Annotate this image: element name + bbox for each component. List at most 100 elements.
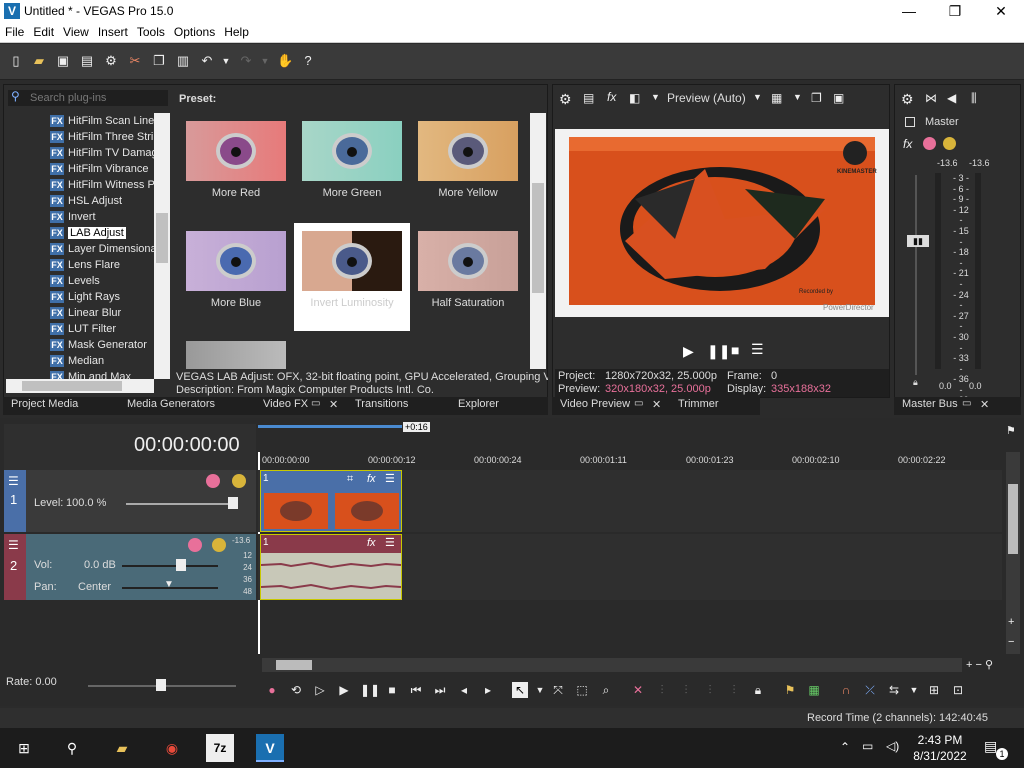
lock-icon[interactable]: 🔒︎ <box>750 682 766 698</box>
zoom-out-icon[interactable]: − <box>1008 636 1014 648</box>
plugin-item[interactable]: FX HSL Adjust <box>50 195 122 211</box>
external-monitor-icon[interactable]: ▤ <box>583 91 594 105</box>
split-icon[interactable]: ⫶ <box>678 682 694 698</box>
menu-view[interactable]: View <box>58 23 93 39</box>
tab-close-icon[interactable]: ✕ <box>980 398 989 411</box>
menu-options[interactable]: Options <box>169 23 219 39</box>
fx-icon[interactable]: fx <box>903 137 912 151</box>
tab-close-icon[interactable]: ✕ <box>652 398 661 411</box>
automation-icon[interactable] <box>188 538 202 552</box>
scroll-thumb[interactable] <box>532 183 544 293</box>
menu-file[interactable]: File <box>0 23 28 39</box>
cursor-icon[interactable]: ⊡ <box>950 682 966 698</box>
automation-icon[interactable] <box>923 137 936 150</box>
envelope-tool-icon[interactable]: ⤧ <box>550 682 566 698</box>
plugin-item-selected[interactable]: FX LAB Adjust <box>50 227 126 243</box>
system-clock[interactable]: 2:43 PM 8/31/2022 <box>908 732 972 764</box>
crop-icon[interactable]: ⌗ <box>347 473 353 486</box>
search-icon[interactable]: ⚲ <box>58 734 86 762</box>
new-file-icon[interactable]: ▯ <box>8 53 24 69</box>
windows-start-icon[interactable]: ⊞ <box>10 734 38 762</box>
save-icon[interactable]: ▣ <box>55 53 71 69</box>
clip-menu-icon[interactable]: ☰ <box>385 472 395 485</box>
fx-icon[interactable]: fx <box>367 473 376 485</box>
plugin-tree-vscrollbar[interactable] <box>154 113 170 379</box>
plugin-item[interactable]: FX HitFilm Vibrance <box>50 163 149 179</box>
plugin-item[interactable]: FX Layer Dimensional <box>50 243 159 259</box>
solo-icon[interactable] <box>212 538 226 552</box>
search-input[interactable]: Search plug-ins <box>30 92 106 104</box>
copy-icon[interactable]: ❐ <box>151 53 167 69</box>
menu-insert[interactable]: Insert <box>93 23 132 39</box>
maximize-button[interactable]: ❐ <box>932 0 978 23</box>
tab-media-generators[interactable]: Media Generators <box>127 398 215 410</box>
preset-more-red[interactable]: More Red <box>178 113 294 221</box>
pan-slider-handle[interactable]: ▼ <box>164 579 174 590</box>
audio-clip[interactable]: 1 fx ☰ <box>260 534 402 600</box>
plugin-item[interactable]: FX Levels <box>50 275 100 291</box>
vol-slider[interactable] <box>122 565 218 567</box>
trim-start-icon[interactable]: ⫶ <box>702 682 718 698</box>
preset-half-saturation[interactable]: Half Saturation <box>410 223 526 331</box>
timeline-hscrollbar[interactable] <box>262 658 962 672</box>
master-fader-track[interactable] <box>915 175 917 375</box>
plugin-item[interactable]: FX LUT Filter <box>50 323 116 339</box>
undo-dropdown-icon[interactable]: ▼ <box>218 53 234 69</box>
stop-icon[interactable]: ■ <box>384 682 400 698</box>
tab-trimmer[interactable]: Trimmer <box>678 398 719 410</box>
snapping-icon[interactable]: ∩ <box>838 682 854 698</box>
event-pan-crop-icon[interactable]: ⊞ <box>926 682 942 698</box>
tab-video-preview[interactable]: Video Preview <box>560 398 630 410</box>
record-icon[interactable]: ● <box>264 682 280 698</box>
track-menu-icon[interactable]: ☰ <box>8 538 19 552</box>
scroll-thumb[interactable] <box>156 213 168 263</box>
auto-crossfade-icon[interactable]: ⤫ <box>862 682 878 698</box>
go-to-start-icon[interactable]: ⏮ <box>408 682 424 698</box>
fx-icon[interactable]: fx <box>367 537 376 549</box>
cut-icon[interactable]: ✂ <box>127 53 143 69</box>
marker-icon[interactable]: ⚑ <box>1006 424 1020 438</box>
video-clip[interactable]: 1 ⌗ fx ☰ <box>260 470 402 532</box>
help-icon[interactable]: ? <box>300 53 316 69</box>
plugin-item[interactable]: FX Linear Blur <box>50 307 121 323</box>
preset-more-yellow[interactable]: More Yellow <box>410 113 526 221</box>
vegas-taskbar-icon[interactable]: V <box>256 734 284 762</box>
plugin-item[interactable]: FX Invert <box>50 211 96 227</box>
save-as-icon[interactable]: ▤ <box>79 53 95 69</box>
preset-more-blue[interactable]: More Blue <box>178 223 294 331</box>
region-insert-icon[interactable]: ▦ <box>806 682 822 698</box>
vol-slider-handle[interactable] <box>176 559 186 571</box>
preset-thumbnail-partial[interactable] <box>186 341 286 369</box>
preset-more-green[interactable]: More Green <box>294 113 410 221</box>
clip-menu-icon[interactable]: ☰ <box>385 536 395 549</box>
zoom-in-icon[interactable]: + <box>1008 616 1014 628</box>
chrome-icon[interactable]: ◉ <box>158 734 186 762</box>
plugin-item[interactable]: FX HitFilm Witness Pr <box>50 179 158 195</box>
tab-undock-icon[interactable]: ▭ <box>311 398 320 409</box>
track-menu-icon[interactable]: ☰ <box>8 474 19 488</box>
delete-icon[interactable]: ✕ <box>630 682 646 698</box>
plugin-item[interactable]: FX Median <box>50 355 104 371</box>
redo-icon[interactable]: ↷ <box>238 53 254 69</box>
plugin-search[interactable]: ⚲ Search plug-ins <box>8 89 168 106</box>
normal-edit-tool-icon[interactable]: ↖ <box>512 682 528 698</box>
redo-dropdown-icon[interactable]: ▼ <box>257 53 273 69</box>
tab-master-bus[interactable]: Master Bus <box>902 398 958 410</box>
plugin-item[interactable]: FX Light Rays <box>50 291 120 307</box>
next-frame-icon[interactable]: ▸ <box>480 682 496 698</box>
timeline-vscrollbar[interactable]: + − <box>1006 452 1020 654</box>
play-from-start-icon[interactable]: ▷ <box>312 682 328 698</box>
gear-icon[interactable]: ⚙ <box>901 91 914 108</box>
selection-tool-icon[interactable]: ⬚ <box>574 682 590 698</box>
preset-vscrollbar[interactable] <box>530 113 546 369</box>
grid-icon[interactable]: ▦ <box>771 91 782 105</box>
volume-icon[interactable]: ◁) <box>886 739 899 753</box>
master-fader-handle[interactable]: ▮▮ <box>907 235 929 247</box>
loop-icon[interactable]: ⟲ <box>288 682 304 698</box>
menu-tools[interactable]: Tools <box>132 23 169 39</box>
pause-icon[interactable]: ❚❚ <box>707 343 730 360</box>
mixer-icon[interactable]: ⫼ <box>971 91 977 106</box>
play-icon[interactable]: ▶ <box>336 682 352 698</box>
play-icon[interactable]: ▶ <box>683 343 694 360</box>
plugin-item[interactable]: FX HitFilm TV Damage <box>50 147 164 163</box>
